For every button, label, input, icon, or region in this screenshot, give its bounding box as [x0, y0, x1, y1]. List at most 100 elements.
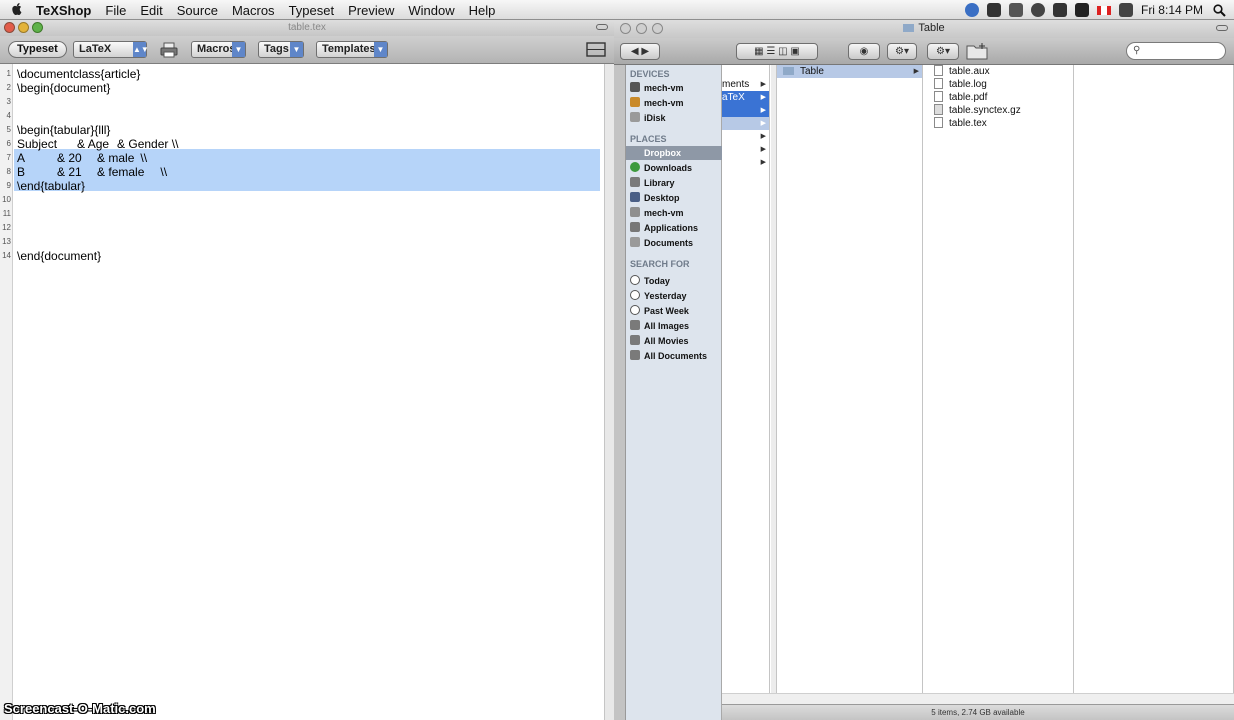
- list-item[interactable]: aTeX ▶: [722, 91, 769, 104]
- list-item[interactable]: ▶: [722, 117, 769, 130]
- apple-menu-icon[interactable]: [10, 2, 24, 17]
- menu-typeset[interactable]: Typeset: [289, 3, 335, 18]
- source-editor[interactable]: 1 2 3 4 5 6 7 8 9 10 11 12 13 14 \documentclass{artic…: [0, 64, 604, 720]
- list-view-icon[interactable]: ☰: [766, 46, 775, 57]
- code-line[interactable]: \documentclass{article}: [17, 67, 140, 81]
- code-line[interactable]: A & 20 & male \\: [17, 151, 147, 165]
- engine-select[interactable]: LaTeX ▲▼: [73, 41, 149, 58]
- spaces-icon[interactable]: [1074, 3, 1089, 17]
- spotlight-icon[interactable]: [1213, 3, 1226, 17]
- canada-flag-icon[interactable]: [1096, 5, 1111, 15]
- code-line[interactable]: B & 21 & female \\: [17, 165, 167, 179]
- list-item[interactable]: ments ▶: [722, 78, 769, 91]
- typeset-button[interactable]: Typeset: [8, 41, 67, 58]
- toolbar-toggle-button[interactable]: [1216, 25, 1228, 31]
- desktop-icon: [630, 192, 640, 202]
- editor-scrollbar[interactable]: [604, 64, 614, 720]
- file-item[interactable]: table.tex: [934, 117, 987, 130]
- menu-edit[interactable]: Edit: [140, 3, 162, 18]
- list-item[interactable]: Table ▶: [777, 65, 922, 78]
- code-line[interactable]: \begin{tabular}{lll}: [17, 123, 110, 137]
- menu-window[interactable]: Window: [408, 3, 454, 18]
- chevron-down-icon: ▼: [290, 42, 303, 57]
- back-forward-buttons[interactable]: ◀ ▶: [620, 43, 660, 60]
- templates-popup[interactable]: Templates ▼: [316, 41, 388, 58]
- volume-icon[interactable]: [1118, 3, 1133, 17]
- search-field[interactable]: ⚲: [1126, 42, 1226, 60]
- finder-column-4: [1075, 65, 1234, 705]
- sync-icon[interactable]: [964, 3, 979, 17]
- back-icon[interactable]: ◀: [631, 46, 639, 57]
- sidebar-item-desktop[interactable]: Desktop: [630, 191, 720, 205]
- macros-popup[interactable]: Macros ▼: [191, 41, 246, 58]
- sidebar-item-today[interactable]: Today: [630, 274, 720, 288]
- screencast-icon[interactable]: [1008, 3, 1023, 17]
- split-window-icon[interactable]: [586, 42, 606, 57]
- sidebar-item-all-images[interactable]: All Images: [630, 319, 720, 333]
- menu-source[interactable]: Source: [177, 3, 218, 18]
- list-item[interactable]: ▶: [722, 156, 769, 169]
- zoom-button[interactable]: [652, 23, 663, 34]
- sidebar-item-mech-vm-home[interactable]: mech-vm: [630, 206, 720, 220]
- sidebar-item-dropbox[interactable]: Dropbox: [626, 146, 722, 160]
- new-folder-icon[interactable]: [966, 42, 988, 60]
- file-item[interactable]: table.log: [934, 78, 987, 91]
- zoom-button[interactable]: [32, 22, 43, 33]
- sidebar-item-idisk[interactable]: iDisk: [630, 111, 720, 125]
- sidebar-item-yesterday[interactable]: Yesterday: [630, 289, 720, 303]
- tags-popup[interactable]: Tags ▼: [258, 41, 304, 58]
- sidebar-item-label: mech-vm: [644, 98, 684, 108]
- chevron-down-icon: ▼: [232, 42, 245, 57]
- menu-texshop[interactable]: TeXShop: [36, 3, 91, 18]
- forward-icon[interactable]: ▶: [641, 46, 649, 57]
- minimize-button[interactable]: [636, 23, 647, 34]
- list-item[interactable]: ▶: [722, 104, 769, 117]
- file-item[interactable]: table.synctex.gz: [934, 104, 1021, 117]
- close-button[interactable]: [4, 22, 15, 33]
- growl-icon[interactable]: [1052, 3, 1067, 17]
- quicksilver-icon[interactable]: [1030, 3, 1045, 17]
- menu-macros[interactable]: Macros: [232, 3, 275, 18]
- print-icon[interactable]: [160, 42, 178, 58]
- sidebar-item-mech-vm[interactable]: mech-vm: [630, 81, 720, 95]
- chevron-right-icon: ▶: [760, 94, 766, 101]
- finder-horizontal-scrollbar[interactable]: [722, 693, 1234, 704]
- downloads-icon: [630, 162, 640, 172]
- sidebar-item-all-documents[interactable]: All Documents: [630, 349, 720, 363]
- file-name: table.synctex.gz: [949, 105, 1021, 116]
- file-item[interactable]: table.aux: [934, 65, 990, 78]
- file-item[interactable]: table.pdf: [934, 91, 987, 104]
- menu-help[interactable]: Help: [469, 3, 496, 18]
- list-item[interactable]: ▶: [722, 143, 769, 156]
- sidebar-item-documents[interactable]: Documents: [630, 236, 720, 250]
- column-view-icon[interactable]: ◫: [778, 46, 787, 57]
- list-item[interactable]: ▶: [722, 130, 769, 143]
- menu-file[interactable]: File: [105, 3, 126, 18]
- quicklook-button[interactable]: ◉: [848, 43, 880, 60]
- code-line[interactable]: \end{document}: [17, 249, 101, 263]
- sidebar-item-library[interactable]: Library: [630, 176, 720, 190]
- action-button[interactable]: ⚙▾: [887, 43, 917, 60]
- menu-preview[interactable]: Preview: [348, 3, 394, 18]
- sidebar-item-applications[interactable]: Applications: [630, 221, 720, 235]
- sidebar-item-all-movies[interactable]: All Movies: [630, 334, 720, 348]
- finder-sidebar: DEVICES mech-vm mech-vm iDisk PLACES Dro…: [626, 65, 722, 720]
- sidebar-item-past-week[interactable]: Past Week: [630, 304, 720, 318]
- toolbar-toggle-button[interactable]: [596, 24, 608, 30]
- minimize-button[interactable]: [18, 22, 29, 33]
- code-line[interactable]: \end{tabular}: [17, 179, 85, 193]
- dropbox-icon[interactable]: [986, 3, 1001, 17]
- sidebar-item-downloads[interactable]: Downloads: [630, 161, 720, 175]
- sidebar-item-mech-vm-disk[interactable]: mech-vm: [630, 96, 720, 110]
- sidebar-item-label: All Documents: [644, 351, 708, 361]
- clock[interactable]: Fri 8:14 PM: [1141, 3, 1203, 17]
- view-mode-buttons[interactable]: ▦ ☰ ◫ ▣: [736, 43, 818, 60]
- code-line[interactable]: Subject & Age & Gender \\: [17, 137, 178, 151]
- clock-icon: [630, 290, 640, 300]
- coverflow-view-icon[interactable]: ▣: [790, 46, 799, 57]
- dropbox-action-button[interactable]: ⚙▾: [927, 43, 959, 60]
- close-button[interactable]: [620, 23, 631, 34]
- code-line[interactable]: \begin{document}: [17, 81, 110, 95]
- icon-view-icon[interactable]: ▦: [754, 46, 763, 57]
- file-icon: [934, 117, 943, 128]
